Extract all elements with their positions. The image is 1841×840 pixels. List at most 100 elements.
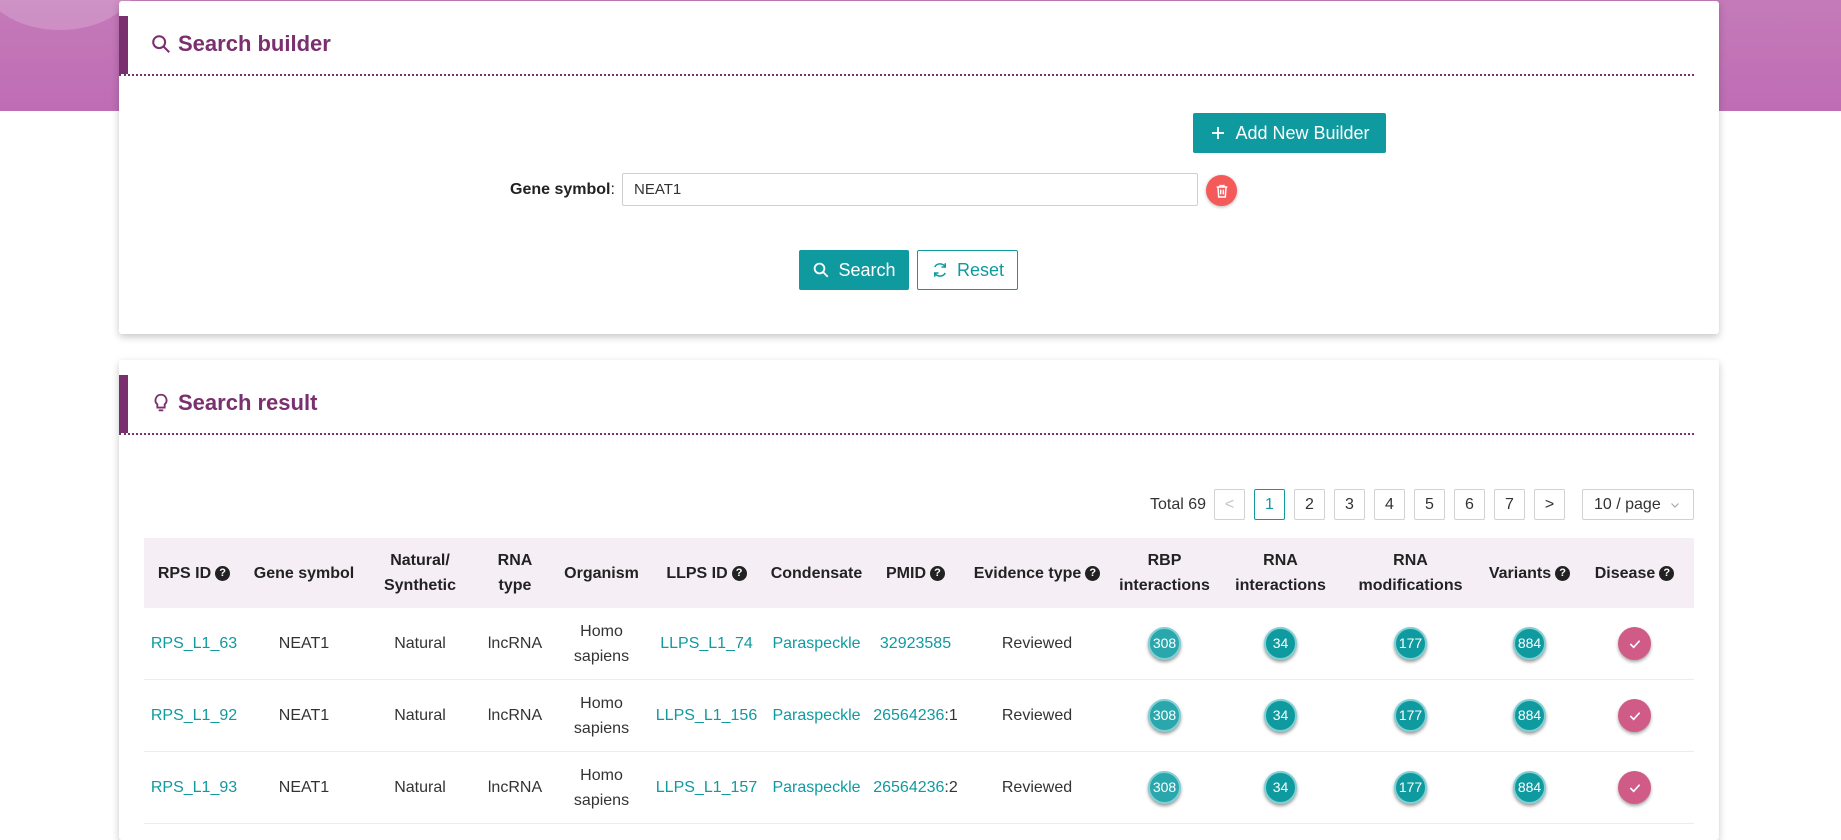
organism-cell: Homo sapiens — [554, 763, 649, 813]
col-rbp-line1: RBP — [1147, 552, 1182, 569]
page-size-select[interactable]: 10 / page — [1582, 489, 1694, 520]
natural-cell: Natural — [394, 707, 446, 724]
col-rbp-interactions: RBP interactions — [1112, 548, 1217, 598]
organism-line2: sapiens — [573, 719, 630, 737]
rna-type-cell: lncRNA — [487, 779, 543, 796]
disease-button[interactable] — [1618, 699, 1651, 732]
question-icon[interactable]: ? — [215, 565, 231, 581]
gene-symbol-input[interactable] — [622, 173, 1198, 206]
add-new-builder-button[interactable]: Add New Builder — [1193, 113, 1386, 153]
table-header: RPS ID? Gene symbol Natural/Synthetic RN… — [144, 538, 1694, 608]
search-result-title-text: Search result — [178, 390, 318, 415]
rna-type-cell: lncRNA — [487, 707, 543, 724]
condensate-link[interactable]: Paraspeckle — [772, 775, 860, 800]
search-button-label: Search — [838, 259, 896, 280]
variants-count-badge[interactable]: 884 — [1513, 699, 1546, 732]
magnifier-icon — [152, 35, 170, 53]
col-natural-synthetic: Natural/Synthetic — [364, 548, 476, 598]
rna-type-cell: lncRNA — [487, 635, 543, 652]
col-rnaint-line2: interactions — [1235, 577, 1326, 594]
col-natural-line2: Synthetic — [383, 577, 456, 594]
page-5-button[interactable]: 5 — [1414, 489, 1445, 520]
natural-cell: Natural — [394, 635, 446, 652]
question-icon[interactable]: ? — [1555, 565, 1571, 581]
rps-id-link[interactable]: RPS_L1_92 — [151, 703, 237, 728]
search-builder-title: Search builder — [150, 31, 331, 57]
organism-cell: Homo sapiens — [554, 691, 649, 741]
page-2-button[interactable]: 2 — [1294, 489, 1325, 520]
col-evidence-type: Evidence type? — [962, 561, 1112, 586]
disease-button[interactable] — [1618, 627, 1651, 660]
col-llps-id-label: LLPS ID — [666, 564, 728, 582]
result-total: Total 69 — [1150, 496, 1207, 513]
gene-symbol-label-text: Gene symbol — [510, 181, 611, 198]
pmid-link[interactable]: 26564236 — [873, 775, 944, 800]
llps-id-link[interactable]: LLPS_L1_156 — [656, 703, 757, 728]
page-size-value: 10 / page — [1594, 495, 1661, 513]
rna-modification-count-badge[interactable]: 177 — [1394, 627, 1427, 660]
rbp-count-badge[interactable]: 308 — [1148, 771, 1181, 804]
search-result-header: Search result — [119, 375, 1694, 435]
prev-page-button[interactable]: < — [1214, 489, 1245, 520]
pmid-link[interactable]: 32923585 — [880, 631, 951, 656]
organism-cell: Homo sapiens — [554, 619, 649, 669]
page-4-button[interactable]: 4 — [1374, 489, 1405, 520]
page-6-button[interactable]: 6 — [1454, 489, 1485, 520]
reset-button[interactable]: Reset — [917, 250, 1018, 290]
rna-interaction-count-badge[interactable]: 34 — [1264, 771, 1297, 804]
gene-symbol-cell: NEAT1 — [278, 707, 330, 724]
lightbulb-icon — [154, 393, 168, 412]
question-icon[interactable]: ? — [1085, 565, 1101, 581]
condensate-link[interactable]: Paraspeckle — [772, 703, 860, 728]
table-row: RPS_L1_92 NEAT1 Natural lncRNA Homo sapie… — [144, 680, 1694, 752]
organism-line1: Homo — [580, 622, 623, 640]
gene-symbol-separator: : — [610, 181, 615, 198]
rna-modification-count-badge[interactable]: 177 — [1394, 699, 1427, 732]
page-1-button[interactable]: 1 — [1254, 489, 1285, 520]
col-organism: Organism — [564, 564, 639, 582]
search-result-title: Search result — [150, 390, 317, 416]
llps-id-link[interactable]: LLPS_L1_74 — [660, 631, 753, 656]
col-variants: Variants? — [1477, 561, 1582, 586]
rps-id-link[interactable]: RPS_L1_93 — [151, 775, 237, 800]
condensate-link[interactable]: Paraspeckle — [772, 631, 860, 656]
variants-count-badge[interactable]: 884 — [1513, 771, 1546, 804]
col-rna-type-line1: RNA — [497, 552, 533, 569]
evidence-cell: Reviewed — [1001, 635, 1073, 652]
rna-interaction-count-badge[interactable]: 34 — [1264, 627, 1297, 660]
question-icon[interactable]: ? — [930, 565, 945, 581]
page-7-button[interactable]: 7 — [1494, 489, 1525, 520]
col-disease-label: Disease — [1594, 564, 1656, 582]
page-3-button[interactable]: 3 — [1334, 489, 1365, 520]
pmid-link[interactable]: 26564236 — [873, 703, 944, 728]
rps-id-link[interactable]: RPS_L1_63 — [151, 631, 237, 656]
pmid-suffix: :2 — [944, 779, 958, 796]
question-icon[interactable]: ? — [731, 565, 747, 581]
variants-count-badge[interactable]: 884 — [1513, 627, 1546, 660]
rbp-count-badge[interactable]: 308 — [1148, 699, 1181, 732]
rna-interaction-count-badge[interactable]: 34 — [1264, 699, 1297, 732]
check-icon — [1629, 639, 1640, 648]
disease-button[interactable] — [1618, 771, 1651, 804]
col-rnaint-line1: RNA — [1263, 552, 1298, 569]
header-accent-bar — [119, 375, 128, 433]
next-page-button[interactable]: > — [1534, 489, 1565, 520]
col-rna-type-line2: type — [498, 577, 532, 594]
evidence-cell: Reviewed — [1001, 707, 1073, 724]
delete-builder-button[interactable] — [1206, 175, 1237, 206]
rbp-count-badge[interactable]: 308 — [1148, 627, 1181, 660]
results-table: RPS ID? Gene symbol Natural/Synthetic RN… — [144, 538, 1694, 824]
rna-modification-count-badge[interactable]: 177 — [1394, 771, 1427, 804]
header-accent-bar — [119, 16, 128, 74]
organism-line2: sapiens — [573, 647, 630, 665]
search-button[interactable]: Search — [799, 250, 909, 290]
col-rbp-line2: interactions — [1119, 577, 1210, 594]
reset-button-label: Reset — [956, 259, 1005, 280]
question-icon[interactable]: ? — [1659, 565, 1675, 581]
llps-id-link[interactable]: LLPS_L1_157 — [656, 775, 757, 800]
col-disease: Disease? — [1582, 561, 1687, 586]
gene-symbol-cell: NEAT1 — [278, 635, 330, 652]
col-natural-line1: Natural/ — [390, 552, 450, 569]
chevron-down-icon — [1670, 502, 1679, 508]
col-rna-type: RNA type — [476, 548, 554, 598]
